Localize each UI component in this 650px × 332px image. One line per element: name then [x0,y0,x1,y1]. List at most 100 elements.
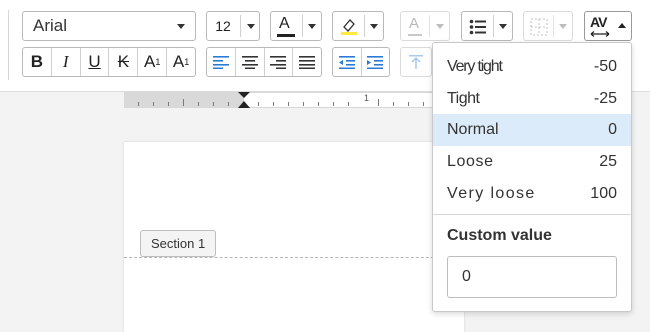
bulleted-list-icon [469,19,486,35]
spacing-option-loose[interactable]: Loose 25 [433,146,631,178]
option-value: -50 [593,58,617,75]
letter-spacing-menu: Very tight -50 Tight -25 Normal 0 Loose … [432,42,632,312]
align-justify-icon [299,56,316,69]
outdent-icon [338,56,355,69]
ruler-tick [168,102,169,106]
strikethrough-label: K [117,52,130,71]
indent-icon [367,56,384,69]
align-right-button[interactable] [265,48,294,76]
option-label: Tight [447,90,480,107]
highlight-color-button[interactable] [332,11,384,41]
font-color-swatch [408,34,422,36]
section-label-text: Section 1 [151,236,206,251]
italic-label: I [62,52,69,71]
option-label: Normal [447,121,499,138]
option-value: 0 [608,121,617,138]
divider [302,15,303,37]
custom-value-input[interactable]: 0 [447,256,617,298]
ruler-margin [124,93,244,107]
custom-value-label: Custom value [447,227,552,244]
text-color-icon: A [279,15,290,33]
divider [493,15,494,37]
text-color-letter: A [279,15,290,32]
spacing-option-normal[interactable]: Normal 0 [433,114,631,146]
double-arrow-icon [590,31,610,37]
spacing-option-very-tight[interactable]: Very tight -50 [433,51,631,83]
vertical-align-button[interactable] [400,47,432,77]
option-value: 100 [590,185,617,202]
subscript-label: A [172,52,185,71]
align-center-button[interactable] [236,48,265,76]
font-family-value: Arial [33,16,68,35]
font-size-value: 12 [215,18,231,34]
underline-button[interactable]: U [81,48,110,76]
toolbar-divider [8,10,9,80]
increase-indent-button[interactable] [362,48,390,76]
ruler-tick [348,102,349,106]
ruler-tick [153,102,154,106]
superscript-label: A [144,52,156,71]
borders-button[interactable] [523,11,573,41]
ruler[interactable]: 1 [124,92,434,108]
ruler-tick [198,102,199,106]
chevron-up-icon [618,23,626,28]
chevron-down-icon [308,24,316,29]
strikethrough-button[interactable]: K [109,48,139,76]
divider [553,15,554,37]
underline-label: U [88,52,101,71]
align-top-icon [409,55,423,69]
ruler-tick [183,99,184,106]
align-left-icon [212,56,229,69]
ruler-tick [408,102,409,106]
chevron-down-icon [247,24,255,29]
style-color-button[interactable]: A [400,11,450,41]
letter-spacing-button[interactable]: AV [584,11,632,41]
chevron-down-icon [177,23,185,29]
spacing-option-tight[interactable]: Tight -25 [433,83,631,115]
ruler-tick [318,102,319,106]
indent-group [332,47,390,77]
superscript-mark: 1 [155,57,161,67]
italic-button[interactable]: I [52,48,81,76]
option-value: -25 [593,90,617,107]
spacing-option-very-loose[interactable]: Very loose 100 [433,178,631,210]
indent-marker-icon[interactable] [238,92,250,109]
chevron-down-icon [559,24,567,29]
ruler-tick [333,102,334,106]
align-left-button[interactable] [207,48,236,76]
option-value: 25 [599,153,617,170]
font-color-icon: A [409,15,420,32]
align-center-icon [241,56,258,69]
alignment-group [206,47,322,77]
font-size-select[interactable]: 12 [206,11,260,41]
justify-button[interactable] [293,48,321,76]
ruler-tick [228,102,229,106]
divider [429,15,430,37]
ruler-tick [393,102,394,106]
font-family-select[interactable]: Arial [22,11,196,41]
divider [240,15,241,37]
text-color-swatch [277,34,295,37]
option-label: Very tight [447,58,503,75]
letter-spacing-letters: AV [590,14,607,30]
align-right-icon [270,56,287,69]
ruler-tick [378,99,379,106]
ruler-tick [303,102,304,106]
text-color-button[interactable]: A [270,11,322,41]
list-button[interactable] [461,11,513,41]
divider [364,15,365,37]
ruler-tick [213,102,214,106]
decrease-indent-button[interactable] [333,48,362,76]
highlighter-icon [341,19,357,35]
letter-spacing-icon: AV [590,14,607,30]
chevron-down-icon [436,24,444,29]
superscript-button[interactable]: A1 [138,48,168,76]
subscript-button[interactable]: A1 [167,48,195,76]
section-label[interactable]: Section 1 [140,230,217,257]
bold-button[interactable]: B [23,48,52,76]
ruler-number: 1 [364,93,370,103]
bold-label: B [30,52,44,71]
ruler-tick [258,102,259,106]
chevron-down-icon [499,24,507,29]
ruler-tick [273,102,274,106]
